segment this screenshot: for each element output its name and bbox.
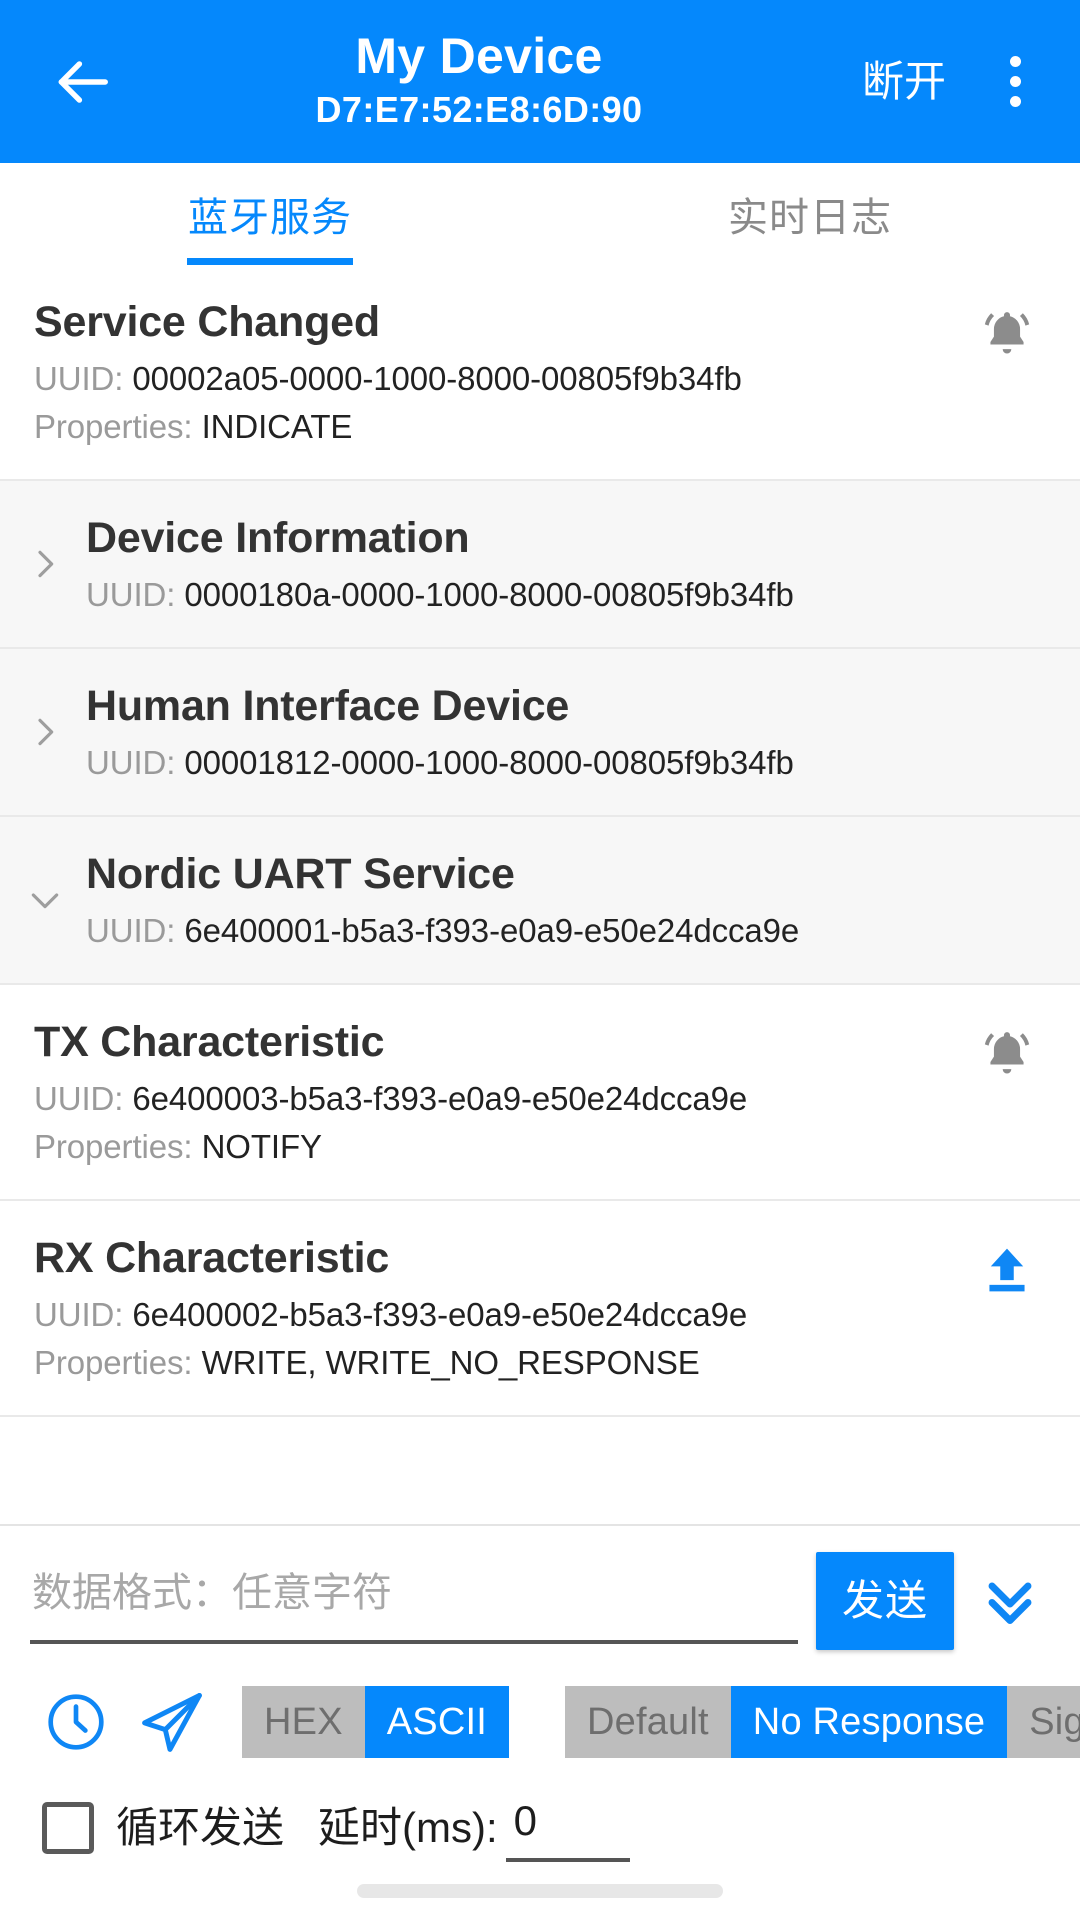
- format-option-hex[interactable]: HEX: [242, 1686, 365, 1758]
- tab-realtime-log[interactable]: 实时日志: [540, 163, 1080, 265]
- uuid-value: 6e400003-b5a3-f393-e0a9-e50e24dcca9e: [132, 1080, 748, 1117]
- service-properties-line: Properties: INDICATE: [34, 403, 1046, 451]
- app-bar-titles: My Device D7:E7:52:E8:6D:90: [100, 26, 858, 133]
- composer-panel: 发送 HEX ASCII Default No Re: [0, 1524, 1080, 1920]
- service-name: Nordic UART Service: [86, 850, 515, 898]
- tab-bar: 蓝牙服务 实时日志: [0, 163, 1080, 267]
- service-name: Service Changed: [34, 298, 380, 346]
- uuid-label: UUID:: [34, 1080, 124, 1117]
- uuid-label: UUID:: [86, 576, 176, 613]
- uuid-value: 6e400001-b5a3-f393-e0a9-e50e24dcca9e: [184, 912, 800, 949]
- properties-value: NOTIFY: [201, 1128, 323, 1165]
- service-uuid-line: UUID: 6e400001-b5a3-f393-e0a9-e50e24dcca…: [86, 907, 1046, 955]
- data-format-segmented-control[interactable]: HEX ASCII: [242, 1686, 509, 1758]
- tab-bluetooth-services[interactable]: 蓝牙服务: [0, 163, 540, 265]
- characteristic-properties-line: Properties: NOTIFY: [34, 1123, 1046, 1171]
- service-name: Device Information: [86, 514, 470, 562]
- uuid-label: UUID:: [34, 1296, 124, 1333]
- properties-label: Properties:: [34, 408, 193, 445]
- write-mode-default[interactable]: Default: [564, 1686, 731, 1758]
- uuid-value: 6e400002-b5a3-f393-e0a9-e50e24dcca9e: [132, 1296, 748, 1333]
- send-button[interactable]: 发送: [815, 1552, 954, 1650]
- properties-value: INDICATE: [201, 408, 353, 445]
- device-address: D7:E7:52:E8:6D:90: [315, 89, 643, 130]
- write-mode-no-response[interactable]: No Response: [730, 1686, 1008, 1758]
- properties-label: Properties:: [34, 1128, 193, 1165]
- send-row: 发送: [0, 1526, 1080, 1664]
- uuid-label: UUID:: [34, 360, 124, 397]
- bell-ring-icon[interactable]: [976, 303, 1038, 365]
- tab-label: 实时日志: [728, 196, 892, 240]
- service-uuid-line: UUID: 00001812-0000-1000-8000-00805f9b34…: [86, 739, 1046, 787]
- service-uuid-line: UUID: 0000180a-0000-1000-8000-00805f9b34…: [86, 571, 1046, 619]
- list-item[interactable]: RX Characteristic UUID: 6e400002-b5a3-f3…: [0, 1201, 1080, 1417]
- properties-value: WRITE, WRITE_NO_RESPONSE: [201, 1344, 700, 1381]
- system-navigation-bar: [0, 1862, 1080, 1920]
- dot: [1009, 56, 1021, 67]
- characteristic-properties-line: Properties: WRITE, WRITE_NO_RESPONSE: [34, 1339, 1046, 1387]
- uuid-value: 0000180a-0000-1000-8000-00805f9b34fb: [184, 576, 794, 613]
- properties-label: Properties:: [34, 1344, 193, 1381]
- data-input-wrapper: [30, 1552, 798, 1644]
- loop-send-checkbox[interactable]: [42, 1802, 94, 1854]
- characteristic-uuid-line: UUID: 6e400003-b5a3-f393-e0a9-e50e24dcca…: [34, 1075, 1046, 1123]
- list-item[interactable]: Device Information UUID: 0000180a-0000-1…: [0, 481, 1080, 649]
- service-uuid-line: UUID: 00002a05-0000-1000-8000-00805f9b34…: [34, 355, 1046, 403]
- write-mode-signed[interactable]: Signed: [1007, 1686, 1080, 1758]
- list-item[interactable]: TX Characteristic UUID: 6e400003-b5a3-f3…: [0, 985, 1080, 1201]
- clock-icon[interactable]: [28, 1674, 124, 1770]
- uuid-value: 00001812-0000-1000-8000-00805f9b34fb: [184, 744, 794, 781]
- delay-label: 延时(ms):: [318, 1804, 498, 1851]
- list-item[interactable]: Service Changed UUID: 00002a05-0000-1000…: [0, 265, 1080, 481]
- list-item[interactable]: Human Interface Device UUID: 00001812-00…: [0, 649, 1080, 817]
- write-mode-segmented-control[interactable]: Default No Response Signed: [564, 1686, 1080, 1758]
- more-vertical-icon[interactable]: [984, 34, 1046, 130]
- characteristic-uuid-line: UUID: 6e400002-b5a3-f393-e0a9-e50e24dcca…: [34, 1291, 1046, 1339]
- uuid-value: 00002a05-0000-1000-8000-00805f9b34fb: [132, 360, 742, 397]
- bell-ring-icon[interactable]: [976, 1023, 1038, 1085]
- options-row: 循环发送 延时(ms):: [0, 1780, 1080, 1862]
- characteristic-name: TX Characteristic: [34, 1018, 385, 1066]
- characteristic-name: RX Characteristic: [34, 1234, 390, 1282]
- paper-plane-icon[interactable]: [124, 1674, 220, 1770]
- list-item[interactable]: Nordic UART Service UUID: 6e400001-b5a3-…: [0, 817, 1080, 985]
- format-option-ascii[interactable]: ASCII: [364, 1686, 509, 1758]
- home-indicator: [357, 1884, 723, 1898]
- dot: [1009, 96, 1021, 107]
- disconnect-button[interactable]: 断开: [858, 47, 950, 117]
- loop-send-label: 循环发送: [116, 1804, 285, 1851]
- tool-row: HEX ASCII Default No Response Signed: [0, 1664, 1080, 1780]
- uuid-label: UUID:: [86, 912, 176, 949]
- upload-icon[interactable]: [976, 1239, 1038, 1301]
- tab-label: 蓝牙服务: [188, 196, 352, 240]
- data-input[interactable]: [30, 1552, 798, 1644]
- chevron-double-down-icon[interactable]: [962, 1552, 1058, 1650]
- delay-input[interactable]: [505, 1794, 630, 1862]
- dot: [1009, 76, 1021, 87]
- chevron-down-icon[interactable]: [22, 877, 68, 923]
- chevron-right-icon[interactable]: [22, 541, 68, 587]
- uuid-label: UUID:: [86, 744, 176, 781]
- app-bar: My Device D7:E7:52:E8:6D:90 断开: [0, 0, 1080, 163]
- page-title: My Device: [355, 28, 603, 84]
- service-name: Human Interface Device: [86, 682, 570, 730]
- chevron-right-icon[interactable]: [22, 709, 68, 755]
